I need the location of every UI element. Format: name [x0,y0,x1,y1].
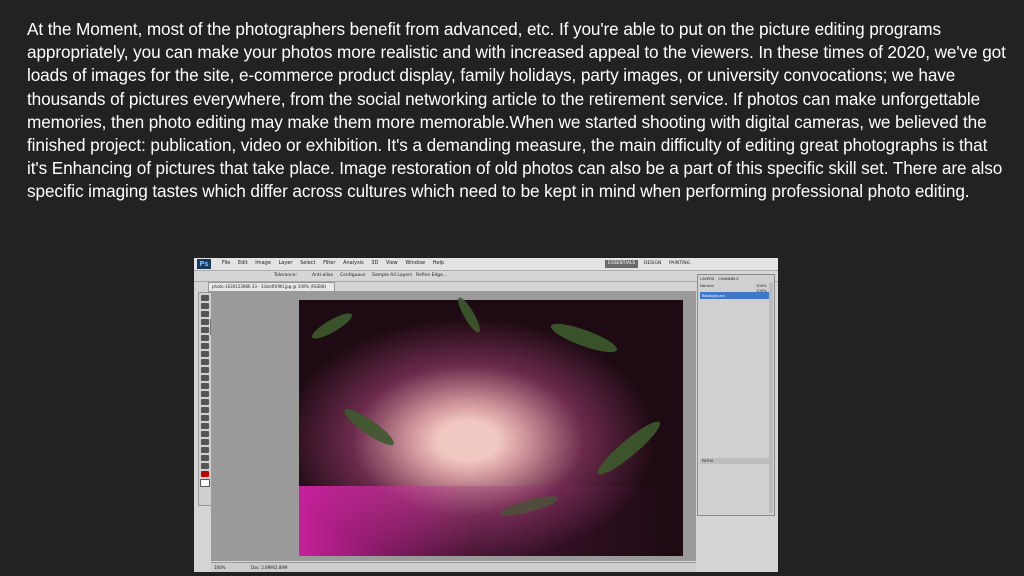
document-size: Doc: 2.89M/2.89M [251,565,288,570]
refine-edge-button[interactable]: Refine Edge... [416,273,447,278]
menu-filter[interactable]: Filter [323,260,335,266]
shape-tool-icon[interactable] [201,431,209,437]
healing-brush-icon[interactable] [201,343,209,349]
menu-help[interactable]: Help [433,260,444,266]
zoom-level[interactable]: 100% [214,563,225,572]
foliage-shape [309,309,355,343]
blur-tool-icon[interactable] [201,391,209,397]
pen-tool-icon[interactable] [201,407,209,413]
gradient-tool-icon[interactable] [201,383,209,389]
menu-layer[interactable]: Layer [279,260,293,266]
crop-tool-icon[interactable] [201,327,209,333]
menu-bar: File Edit Image Layer Select Filter Anal… [222,260,450,266]
edited-photo[interactable] [299,295,683,556]
clone-stamp-icon[interactable] [201,359,209,365]
foliage-shape [593,416,665,480]
contiguous-checkbox[interactable]: Contiguous [340,273,365,278]
workspace-essentials[interactable]: ESSENTIALS [605,260,639,268]
tolerance-label: Tolerance: [274,273,297,278]
photoshop-screenshot: Ps File Edit Image Layer Select Filter A… [194,258,778,572]
dodge-tool-icon[interactable] [201,399,209,405]
3d-camera-icon[interactable] [201,447,209,453]
menu-edit[interactable]: Edit [238,260,248,266]
type-tool-icon[interactable] [201,415,209,421]
brush-tool-icon[interactable] [201,351,209,357]
menu-analysis[interactable]: Analysis [343,260,364,266]
foliage-shape [340,404,398,450]
path-selection-icon[interactable] [201,423,209,429]
workspace-design[interactable]: DESIGN [641,260,664,268]
lasso-tool-icon[interactable] [201,311,209,317]
move-tool-icon[interactable] [201,295,209,301]
photoshop-logo: Ps [197,259,211,269]
article-paragraph: At the Moment, most of the photographers… [27,19,1006,202]
options-bar: Tolerance: Anti-alias Contiguous Sample … [194,271,778,282]
foliage-shape [454,295,484,335]
tab-channels[interactable]: CHANNELS [718,276,739,282]
workspace-painting[interactable]: PAINTING [666,260,693,268]
menu-image[interactable]: Image [255,260,271,266]
3d-rotate-icon[interactable] [201,439,209,445]
menu-3d[interactable]: 3D [371,260,378,266]
application-menu-bar: Ps File Edit Image Layer Select Filter A… [194,258,778,271]
foliage-shape [548,318,620,358]
menu-select[interactable]: Select [300,260,315,266]
panel-scrollbar[interactable] [769,283,773,513]
menu-window[interactable]: Window [405,260,425,266]
foreground-color-icon[interactable] [201,471,209,477]
quick-selection-tool-icon[interactable] [201,319,209,325]
hand-tool-icon[interactable] [201,455,209,461]
marquee-tool-icon[interactable] [201,303,209,309]
tab-layers[interactable]: LAYERS [700,276,714,282]
history-brush-icon[interactable] [201,367,209,373]
antialias-checkbox[interactable]: Anti-alias [312,273,333,278]
zoom-tool-icon[interactable] [201,463,209,469]
eyedropper-tool-icon[interactable] [201,335,209,341]
sample-all-layers-checkbox[interactable]: Sample All Layers [372,273,412,278]
menu-file[interactable]: File [222,260,230,266]
foliage-shape [498,492,560,520]
background-color-icon[interactable] [200,479,210,487]
menu-view[interactable]: View [386,260,398,266]
tab-paths[interactable]: PATHS [700,458,772,464]
status-bar: 100% Doc: 2.89M/2.89M [211,562,696,572]
layers-panel: LAYERS CHANNELS Normal 100% 100% Backgro… [697,274,775,516]
eraser-tool-icon[interactable] [201,375,209,381]
layer-row-background[interactable]: Background [700,292,770,299]
blend-mode-select[interactable]: Normal [700,283,714,289]
